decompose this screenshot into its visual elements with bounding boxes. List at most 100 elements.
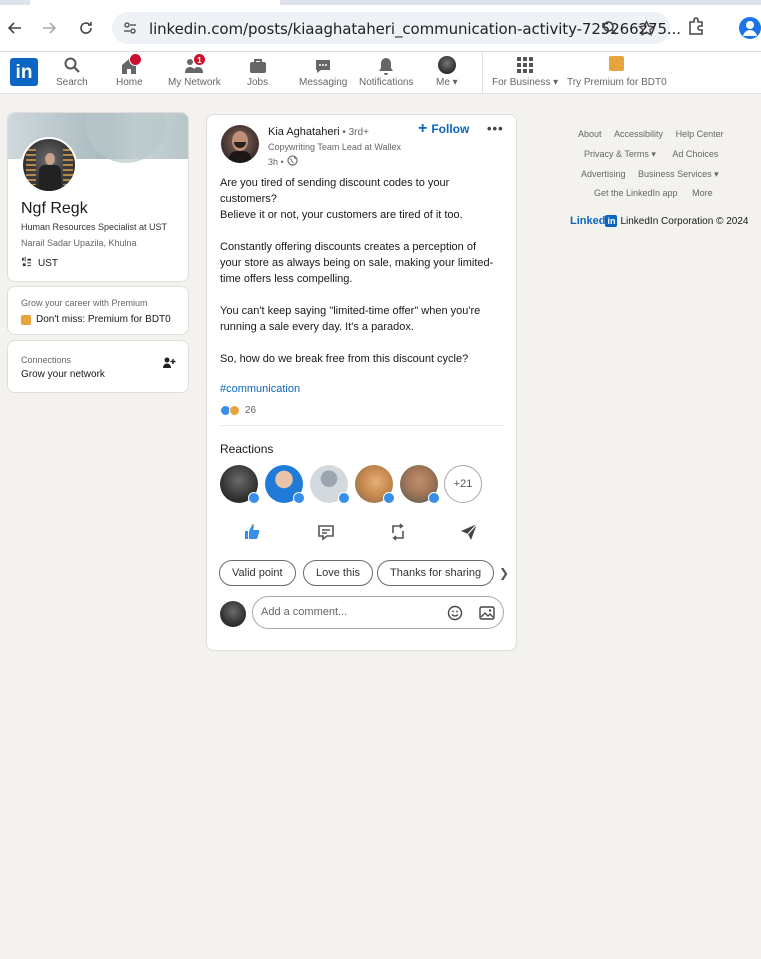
emoji-icon[interactable] [447,605,463,621]
linkedin-wordmark: Linked in [570,215,618,227]
reactor-avatar[interactable] [220,465,260,504]
suggested-comment-chip[interactable]: Thanks for sharing [377,560,495,586]
send-icon[interactable] [459,522,481,544]
bell-icon [359,56,413,76]
footer-link-advertising[interactable]: Advertising [581,169,626,179]
linkedin-logo[interactable]: in [10,58,38,86]
like-badge-icon [293,492,305,504]
author-degree: • 3rd+ [339,127,369,138]
nav-messaging-label: Messaging [299,77,348,88]
network-icon: 1 [168,53,221,76]
post-body-line: Believe it or not, your customers are ti… [220,209,463,221]
profile-card[interactable]: Ngf Regk Human Resources Specialist at U… [7,112,189,282]
footer-link-help-center[interactable]: Help Center [676,129,724,139]
nav-for-business-label: For Business ▾ [492,77,559,88]
suggested-comment-chip[interactable]: Valid point [219,560,296,586]
author-avatar[interactable] [221,125,259,163]
footer-link-ad-choices[interactable]: Ad Choices [672,149,718,159]
nav-me[interactable]: Me ▾ [436,56,458,88]
like-icon[interactable] [242,522,264,544]
reactor-avatar[interactable] [355,465,395,504]
footer-link-accessibility[interactable]: Accessibility [614,129,663,139]
footer-row: Privacy & Terms ▾ Ad Choices [584,149,718,160]
comment-input[interactable]: Add a comment... [252,596,504,629]
nav-messaging[interactable]: Messaging [299,56,347,88]
footer-link-more[interactable]: More [692,188,713,198]
nav-for-business[interactable]: For Business ▾ [492,56,558,88]
reactions-count: 26 [245,405,257,416]
comment-icon[interactable] [316,522,338,544]
premium-subtitle: Grow your career with Premium [21,298,148,308]
organization-icon [21,256,32,270]
footer-row: About Accessibility Help Center [578,129,724,139]
footer-link-privacy-terms[interactable]: Privacy & Terms ▾ [584,149,656,159]
footer-brand: Linked in LinkedIn Corporation © 2024 [570,215,748,227]
nav-my-network[interactable]: 1 My Network [168,53,221,88]
follow-button[interactable]: + Follow [418,121,470,137]
profile-location: Narail Sadar Upazila, Khulna [21,238,137,248]
post-body-line: your store as always being on sale, maki… [220,257,494,269]
active-tab[interactable] [30,0,280,5]
author-name[interactable]: Kia Aghataheri [268,126,340,138]
profile-organization[interactable]: UST [21,256,58,270]
premium-link-label: Don't miss: Premium for BDT0 [36,314,171,325]
footer-link-business-services[interactable]: Business Services ▾ [638,169,719,179]
post-body: Are you tired of sending discount codes … [220,175,505,367]
reactor-avatar[interactable] [265,465,305,504]
browser-profile-icon[interactable] [739,17,761,39]
repost-icon[interactable] [388,522,410,544]
comment-placeholder: Add a comment... [261,606,348,618]
address-bar[interactable]: linkedin.com/posts/kiaaghataheri_communi… [112,12,681,44]
site-info-icon[interactable] [122,20,138,41]
premium-icon [567,56,667,76]
suggested-comment-chip[interactable]: Love this [303,560,374,586]
post-time-text: 3h • [268,156,284,167]
nav-my-network-label: My Network [168,77,221,88]
zoom-icon[interactable] [600,18,620,38]
nav-notifications[interactable]: Notifications [359,56,413,88]
profile-avatar[interactable] [21,137,77,193]
reactor-avatar[interactable] [400,465,440,504]
more-reactors-button[interactable]: +21 [444,465,482,503]
nav-notifications-label: Notifications [359,77,414,88]
reactions-summary[interactable]: 26 [220,405,256,416]
copyright-text: LinkedIn Corporation © 2024 [620,215,749,227]
premium-card[interactable]: Grow your career with Premium Don't miss… [7,286,189,335]
footer-link-get-app[interactable]: Get the LinkedIn app [594,188,678,198]
premium-link[interactable]: Don't miss: Premium for BDT0 [21,314,171,325]
profile-name[interactable]: Ngf Regk [21,200,88,218]
brand-in: in [605,215,618,227]
globe-icon [287,155,298,168]
hashtag-link[interactable]: #communication [220,383,300,395]
extensions-icon[interactable] [686,16,708,38]
follow-label: Follow [431,122,470,136]
nav-home[interactable]: Home [116,53,143,88]
nav-jobs[interactable]: Jobs [247,56,268,88]
footer-link-about[interactable]: About [578,129,602,139]
nav-try-premium-label: Try Premium for BDT0 [567,77,667,88]
like-badge-icon [338,492,350,504]
chips-next-icon[interactable]: ❯ [499,566,509,580]
nav-try-premium[interactable]: Try Premium for BDT0 [567,56,667,88]
image-icon[interactable] [479,605,495,621]
nav-search[interactable]: Search [56,56,88,88]
browser-toolbar: linkedin.com/posts/kiaaghataheri_communi… [0,0,761,52]
post-more-menu-icon[interactable]: ••• [487,121,504,136]
back-icon[interactable] [3,16,27,40]
network-badge: 1 [193,53,206,66]
author-name-line[interactable]: Kia Aghataheri • 3rd+ [268,126,369,138]
post-body-line: Constantly offering discounts creates a … [220,241,477,253]
nav-home-label: Home [116,77,143,88]
add-person-icon [162,356,176,370]
grid-apps-icon [492,56,558,76]
post-body-line: So, how do we break free from this disco… [220,353,469,365]
connections-card[interactable]: Connections Grow your network [7,340,189,393]
bookmark-star-icon[interactable] [636,18,656,38]
connections-subtitle: Grow your network [21,369,105,380]
reload-icon[interactable] [74,16,98,40]
forward-icon[interactable] [37,16,61,40]
nav-me-label: Me ▾ [436,77,458,88]
like-badge-icon [383,492,395,504]
messaging-icon [299,56,347,76]
reactor-avatar[interactable] [310,465,350,504]
